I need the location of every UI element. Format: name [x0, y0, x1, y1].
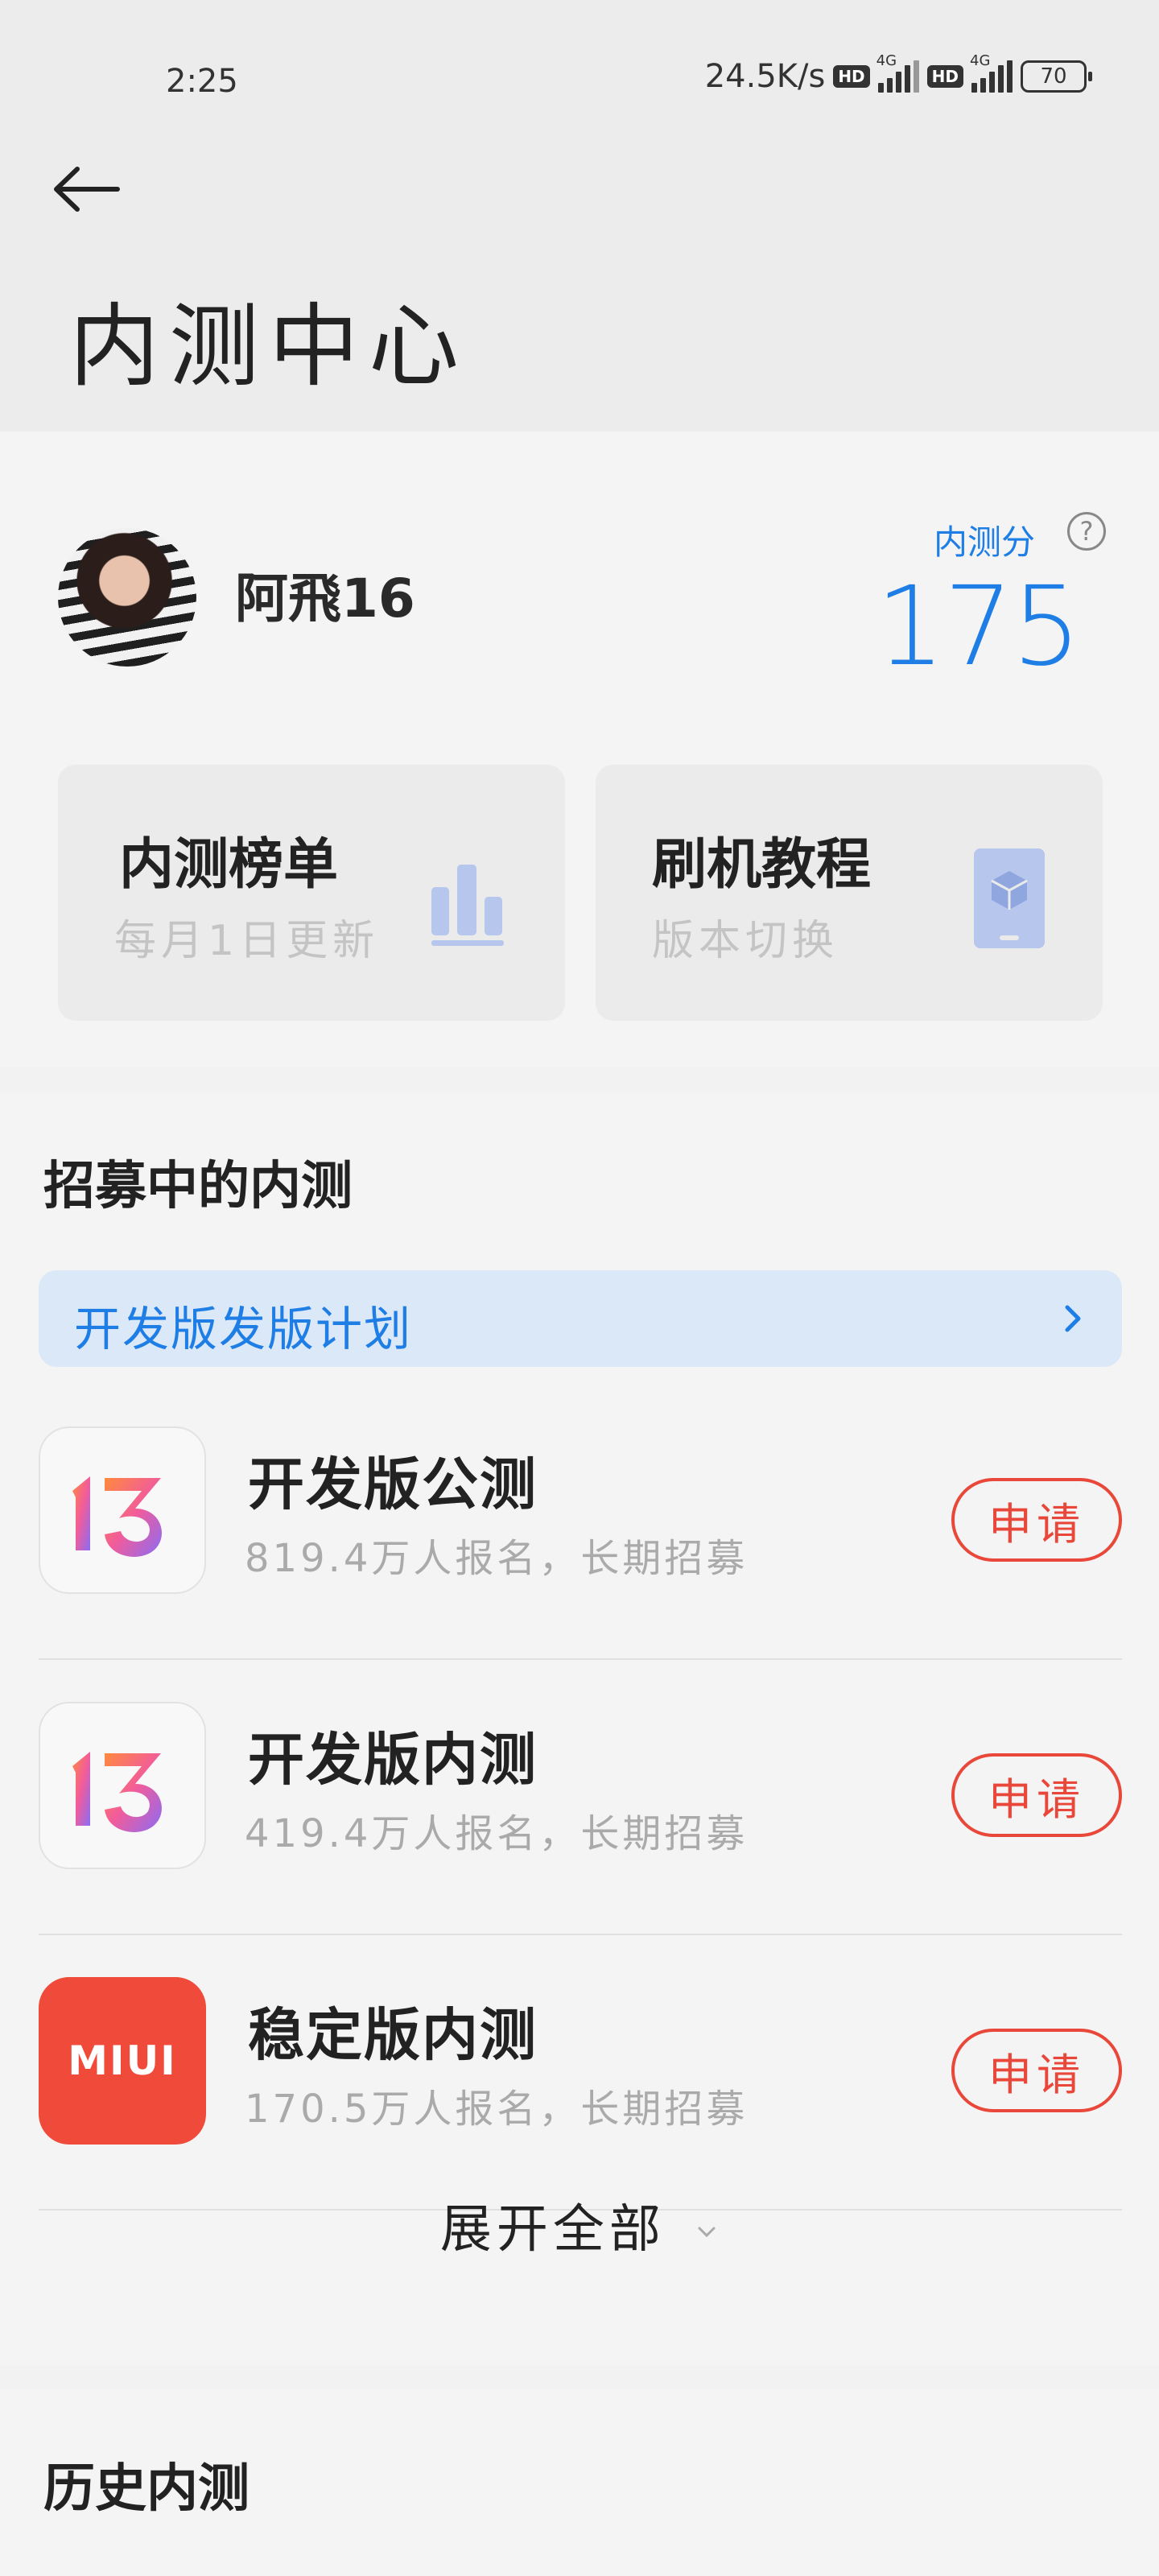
flash-guide-tile[interactable]: 刷机教程 版本切换 [596, 765, 1103, 1021]
status-icons: 24.5K/s HD 4G HD 4G 70 [704, 52, 1092, 95]
test-score: 175 [876, 564, 1082, 691]
miui13-icon [39, 1426, 206, 1594]
status-time: 2:25 [166, 63, 238, 100]
list-item[interactable]: 开发版公测 819.4万人报名，长期招募 申请 [39, 1385, 1122, 1660]
chevron-down-icon [698, 2227, 716, 2238]
phone-box-icon [974, 848, 1045, 948]
chevron-right-icon [1065, 1305, 1081, 1332]
apply-button[interactable]: 申请 [951, 1753, 1122, 1837]
item-desc: 419.4万人报名，长期招募 [245, 1811, 749, 1856]
tile-subtitle: 每月1日更新 [114, 917, 380, 965]
leaderboard-tile[interactable]: 内测榜单 每月1日更新 [58, 765, 565, 1021]
battery-icon: 70 [1021, 60, 1092, 93]
item-title: 开发版公测 [248, 1451, 538, 1517]
signal-icon: 4G [876, 52, 919, 93]
hd-badge: HD [833, 65, 870, 88]
item-title: 开发版内测 [248, 1727, 538, 1793]
release-plan-banner[interactable]: 开发版发版计划 [39, 1270, 1122, 1367]
battery-level: 70 [1040, 64, 1067, 89]
arrow-left-icon[interactable] [50, 161, 122, 217]
item-desc: 819.4万人报名，长期招募 [245, 1536, 749, 1581]
item-desc: 170.5万人报名，长期招募 [245, 2087, 749, 2132]
tile-title: 刷机教程 [652, 833, 872, 897]
hd-badge-2: HD [926, 65, 963, 88]
apply-button[interactable]: 申请 [951, 2029, 1122, 2112]
miui13-icon [39, 1702, 206, 1869]
expand-label: 展开全部 [439, 2200, 666, 2260]
section-title: 招募中的内测 [43, 1157, 353, 1216]
list-item[interactable]: MIUI 稳定版内测 170.5万人报名，长期招募 申请 [39, 1935, 1122, 2211]
recruiting-section: 招募中的内测 开发版发版计划 开发版公测 819.4万人报名，长期招募 申请 开… [0, 1092, 1159, 2365]
item-title: 稳定版内测 [248, 2002, 538, 2068]
tile-subtitle: 版本切换 [652, 917, 839, 965]
section-title: 历史内测 [43, 2459, 250, 2519]
apply-button[interactable]: 申请 [951, 1478, 1122, 1562]
expand-all-button[interactable]: 展开全部 [0, 2188, 1159, 2262]
miui-icon: MIUI [39, 1977, 206, 2145]
bar-chart-icon [431, 865, 504, 946]
history-section: 历史内测 [0, 2389, 1159, 2576]
tile-title: 内测榜单 [119, 833, 339, 897]
list-item[interactable]: 开发版内测 419.4万人报名，长期招募 申请 [39, 1660, 1122, 1935]
page-title: 内测中心 [69, 295, 468, 399]
avatar[interactable] [58, 528, 196, 667]
banner-label: 开发版发版计划 [74, 1302, 413, 1356]
username: 阿飛16 [235, 568, 415, 630]
network-speed: 24.5K/s [704, 58, 826, 95]
signal-icon-2: 4G [970, 52, 1013, 93]
miui-logo-text: MIUI [68, 2037, 177, 2084]
score-label: 内测分 [934, 522, 1036, 562]
question-icon[interactable]: ? [1067, 512, 1106, 551]
